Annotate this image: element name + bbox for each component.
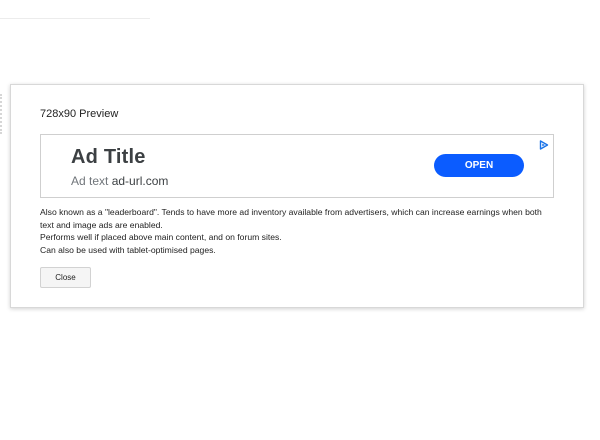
ad-open-button[interactable]: OPEN [434, 154, 524, 177]
dialog-title: 728x90 Preview [40, 108, 119, 120]
description-line: Also known as a "leaderboard". Tends to … [40, 207, 542, 230]
ad-size-description: Also known as a "leaderboard". Tends to … [40, 206, 550, 256]
ad-url[interactable]: ad-url.com [112, 174, 169, 188]
ad-preview-frame: Ad Title Ad text ad-url.com OPEN [40, 134, 554, 198]
background-edge-decoration [0, 94, 8, 134]
background-divider [0, 18, 150, 19]
ad-text-row: Ad text ad-url.com [71, 174, 168, 188]
page: 728x90 Preview Ad Title Ad text ad-url.c… [0, 0, 600, 440]
description-line: Can also be used with tablet-optimised p… [40, 244, 216, 255]
adchoices-icon[interactable] [539, 137, 549, 150]
ad-preview-dialog: 728x90 Preview Ad Title Ad text ad-url.c… [10, 84, 584, 308]
ad-title: Ad Title [71, 146, 146, 168]
ad-text: Ad text [71, 174, 109, 188]
description-line: Performs well if placed above main conte… [40, 232, 282, 242]
close-button[interactable]: Close [40, 267, 91, 288]
